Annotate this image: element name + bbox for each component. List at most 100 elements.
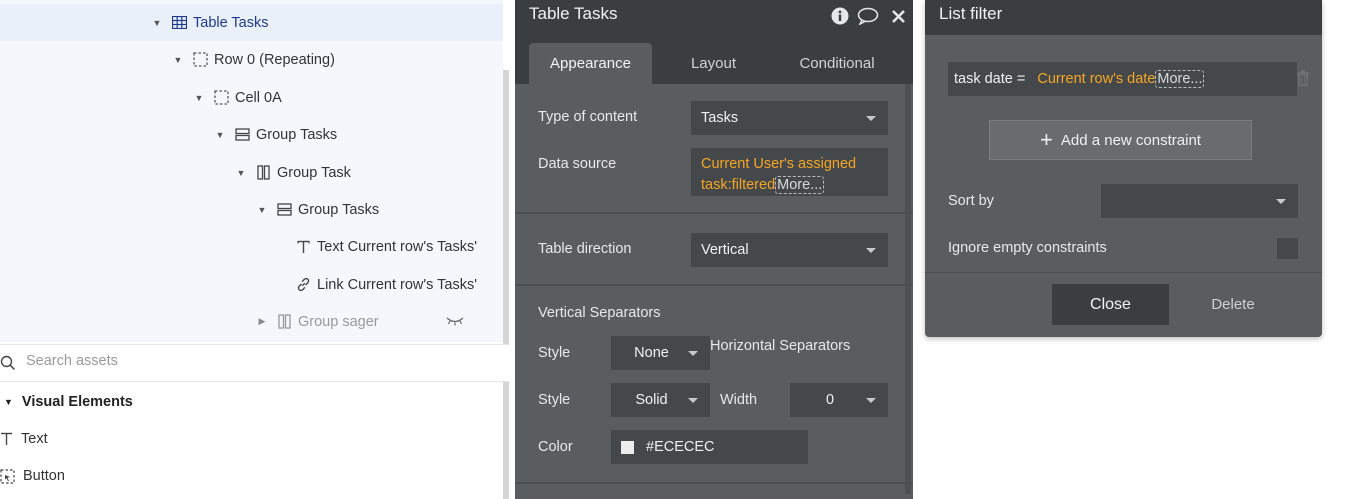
app-root: ▼ Table Tasks ▼ Row 0 (Repeating) ▼ Cell… (0, 0, 1350, 499)
tree-item-text-current-row[interactable]: Text Current row's Tasks' (0, 228, 477, 265)
property-editor: Table Tasks Appearance Layout Conditiona… (515, 0, 913, 499)
tree-item-group-tasks-nested[interactable]: ▼ Group Tasks (0, 191, 380, 228)
vertical-style-dropdown[interactable]: None (611, 336, 710, 370)
constraint-value[interactable]: Current row's date (1037, 71, 1155, 87)
expand-caret-icon[interactable]: ▼ (191, 93, 207, 103)
tree-item-link-current-row[interactable]: Link Current row's Tasks' (0, 266, 477, 303)
dropdown-value: Solid (635, 392, 668, 408)
section-divider (515, 284, 913, 286)
button-icon (0, 468, 15, 484)
editor-title-bar: Table Tasks (515, 0, 913, 34)
search-icon (0, 355, 16, 376)
tree-item-group-sager[interactable]: ▶ Group sager (0, 303, 480, 340)
type-of-content-dropdown[interactable]: Tasks (691, 101, 888, 135)
group-columns-icon (276, 314, 292, 330)
tab-conditional[interactable]: Conditional (777, 43, 897, 84)
tree-item-group-task[interactable]: ▼ Group Task (0, 154, 351, 191)
tree-item-label: Group Tasks (298, 201, 380, 218)
horizontal-style-label: Style (538, 392, 571, 408)
tree-item-group-tasks[interactable]: ▼ Group Tasks (0, 116, 338, 153)
table-icon (171, 15, 187, 31)
visual-elements-section[interactable]: ▼ Visual Elements (0, 384, 133, 420)
dashed-box-icon (213, 90, 229, 106)
constraint-key: task date = (954, 71, 1026, 87)
trash-icon[interactable] (1296, 70, 1310, 91)
editor-body: Type of content Tasks Data source Curren… (515, 84, 913, 499)
chevron-down-icon (866, 116, 876, 121)
list-filter-popup: List filter task date = Current row's da… (925, 0, 1322, 337)
asset-item-label: Button (23, 468, 65, 484)
delete-button[interactable]: Delete (1193, 284, 1273, 325)
width-dropdown[interactable]: 0 (790, 383, 888, 417)
expand-caret-icon[interactable]: ▼ (233, 168, 249, 178)
more-link[interactable]: More... (1155, 70, 1205, 88)
collapse-caret-icon[interactable]: ▼ (4, 397, 13, 407)
chevron-down-icon (688, 351, 698, 356)
more-link[interactable]: More... (775, 176, 825, 194)
expand-caret-icon[interactable]: ▼ (149, 18, 165, 28)
tree-item-row-0[interactable]: ▼ Row 0 (Repeating) (0, 41, 335, 78)
constraint-row[interactable]: task date = Current row's date More... (948, 62, 1297, 96)
color-picker-field[interactable]: #ECECEC (611, 430, 808, 464)
dropdown-value: None (634, 345, 669, 361)
expand-caret-icon[interactable]: ▼ (170, 55, 186, 65)
eye-closed-icon[interactable] (445, 315, 465, 331)
expand-caret-icon[interactable]: ▼ (254, 205, 270, 215)
data-source-expression-line: task:filtered (701, 177, 776, 193)
tree-item-table-tasks[interactable]: ▼ Table Tasks (0, 4, 503, 41)
color-value: #ECECEC (646, 439, 715, 455)
info-icon[interactable] (829, 5, 851, 27)
tree-item-label: Cell 0A (235, 89, 282, 106)
filter-title: List filter (939, 4, 1003, 23)
data-source-expression-line: Current User's assigned (701, 156, 857, 172)
table-direction-dropdown[interactable]: Vertical (691, 233, 888, 267)
search-assets-input[interactable] (26, 353, 326, 369)
tab-appearance[interactable]: Appearance (529, 43, 652, 84)
table-direction-label: Table direction (538, 241, 632, 257)
dashed-box-icon (192, 52, 208, 68)
section-divider (515, 212, 913, 214)
sort-by-dropdown[interactable] (1101, 184, 1298, 218)
tree-item-label: Row 0 (Repeating) (214, 51, 335, 68)
expand-caret-icon[interactable]: ▼ (212, 130, 228, 140)
ignore-empty-label: Ignore empty constraints (948, 240, 1107, 256)
comment-icon[interactable] (857, 5, 879, 27)
tree-item-cell-0a[interactable]: ▼ Cell 0A (0, 79, 282, 116)
asset-item-button[interactable]: Button (0, 458, 65, 494)
horizontal-style-dropdown[interactable]: Solid (611, 383, 710, 417)
element-tree: ▼ Table Tasks ▼ Row 0 (Repeating) ▼ Cell… (0, 0, 503, 342)
asset-item-text[interactable]: Text (0, 421, 48, 457)
tree-item-label: Text Current row's Tasks' (317, 238, 477, 255)
tree-scrollbar[interactable] (503, 70, 509, 499)
add-constraint-button[interactable]: + Add a new constraint (989, 120, 1252, 160)
link-icon (295, 277, 311, 293)
chevron-down-icon (688, 398, 698, 403)
expand-caret-right-icon[interactable]: ▶ (254, 316, 270, 327)
close-icon[interactable] (887, 5, 909, 27)
add-constraint-label: Add a new constraint (1060, 131, 1201, 149)
section-divider (515, 482, 913, 484)
data-source-field[interactable]: Current User's assigned task:filtered Mor… (691, 148, 888, 196)
group-rows-icon (276, 202, 292, 218)
section-title: Visual Elements (21, 394, 133, 410)
ignore-empty-checkbox[interactable] (1277, 238, 1298, 259)
tab-layout[interactable]: Layout (666, 43, 761, 84)
editor-scrollbar[interactable] (905, 84, 911, 494)
section-divider (925, 272, 1322, 273)
dropdown-value: Vertical (701, 242, 749, 258)
tree-item-label: Link Current row's Tasks' (317, 276, 477, 293)
chevron-down-icon (866, 248, 876, 253)
tree-item-label: Table Tasks (193, 14, 269, 31)
text-t-icon (0, 432, 13, 446)
plus-icon: + (1040, 127, 1053, 152)
color-swatch[interactable] (621, 440, 634, 454)
horizontal-separators-label: Horizontal Separators (710, 338, 851, 354)
sort-by-label: Sort by (948, 193, 994, 209)
close-button[interactable]: Close (1052, 284, 1169, 325)
group-columns-icon (255, 165, 271, 181)
chevron-down-icon (1276, 199, 1286, 204)
asset-search-bar (0, 344, 510, 382)
element-tree-panel: ▼ Table Tasks ▼ Row 0 (Repeating) ▼ Cell… (0, 0, 512, 499)
editor-title: Table Tasks (529, 4, 618, 23)
tree-item-label: Group Task (277, 164, 351, 181)
